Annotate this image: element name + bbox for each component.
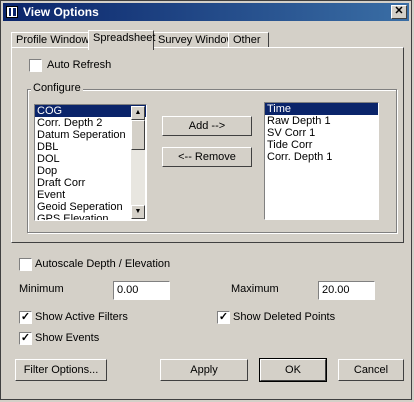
scroll-thumb[interactable] xyxy=(131,120,145,150)
title-bar: View Options ✕ xyxy=(3,3,409,21)
auto-refresh-checkbox[interactable] xyxy=(29,59,42,72)
list-item[interactable]: DOL xyxy=(35,153,146,165)
show-active-filters-checkbox[interactable]: ✓ xyxy=(19,311,32,324)
list-item[interactable]: Event xyxy=(35,189,146,201)
show-active-filters-label: Show Active Filters xyxy=(35,311,128,323)
list-item[interactable]: Dop xyxy=(35,165,146,177)
list-item[interactable]: Corr. Depth 2 xyxy=(35,117,146,129)
selected-columns-list[interactable]: Time Raw Depth 1 SV Corr 1 Tide Corr Corr. D… xyxy=(264,102,379,220)
show-deleted-points-checkbox[interactable]: ✓ xyxy=(217,311,230,324)
scroll-up-icon[interactable]: ▲ xyxy=(131,106,145,120)
show-events-label: Show Events xyxy=(35,332,100,344)
filter-options-button[interactable]: Filter Options... xyxy=(15,359,107,381)
show-deleted-points-label: Show Deleted Points xyxy=(233,311,336,323)
tab-spreadsheet[interactable]: Spreadsheet xyxy=(88,30,155,50)
show-events-checkbox[interactable]: ✓ xyxy=(19,332,32,345)
list-item[interactable]: GPS Elevation xyxy=(35,213,146,220)
maximum-input[interactable]: 20.00 xyxy=(318,281,375,300)
minimum-input[interactable]: 0.00 xyxy=(113,281,170,300)
scroll-down-icon[interactable]: ▼ xyxy=(131,205,145,219)
list-item[interactable]: Time xyxy=(265,103,378,115)
configure-group-title: Configure xyxy=(31,82,83,94)
tab-other[interactable]: Other xyxy=(228,32,269,48)
autoscale-label: Autoscale Depth / Elevation xyxy=(35,258,171,270)
tab-profile-window[interactable]: Profile Window xyxy=(11,32,89,48)
list-item[interactable]: COG xyxy=(35,105,146,117)
list-scrollbar[interactable]: ▲ ▼ xyxy=(131,106,145,219)
list-item[interactable]: Corr. Depth 1 xyxy=(265,151,378,163)
selected-items: Time Raw Depth 1 SV Corr 1 Tide Corr Corr. D… xyxy=(265,103,378,163)
minimum-label: Minimum xyxy=(19,283,64,295)
list-item[interactable]: Raw Depth 1 xyxy=(265,115,378,127)
apply-button[interactable]: Apply xyxy=(160,359,248,381)
list-item[interactable]: Draft Corr xyxy=(35,177,146,189)
auto-refresh-label: Auto Refresh xyxy=(47,59,112,71)
autoscale-checkbox[interactable] xyxy=(19,258,32,271)
cancel-button[interactable]: Cancel xyxy=(338,359,404,381)
close-button[interactable]: ✕ xyxy=(391,5,407,19)
tab-survey-window[interactable]: Survey Window xyxy=(153,32,234,48)
list-item[interactable]: Geoid Seperation xyxy=(35,201,146,213)
available-columns-list[interactable]: COG Corr. Depth 2 Datum Seperation DBL DOL Do… xyxy=(34,104,147,221)
list-item[interactable]: DBL xyxy=(35,141,146,153)
add-button[interactable]: Add --> xyxy=(162,116,252,136)
available-items: COG Corr. Depth 2 Datum Seperation DBL DOL Do… xyxy=(35,105,146,220)
ok-button[interactable]: OK xyxy=(259,358,327,382)
list-item[interactable]: Tide Corr xyxy=(265,139,378,151)
app-icon xyxy=(6,6,18,18)
list-item[interactable]: Datum Seperation xyxy=(35,129,146,141)
view-options-dialog: View Options ✕ Profile Window Spreadshee… xyxy=(0,0,412,400)
window-title: View Options xyxy=(23,5,99,19)
list-item[interactable]: SV Corr 1 xyxy=(265,127,378,139)
maximum-label: Maximum xyxy=(231,283,279,295)
remove-button[interactable]: <-- Remove xyxy=(162,147,252,167)
